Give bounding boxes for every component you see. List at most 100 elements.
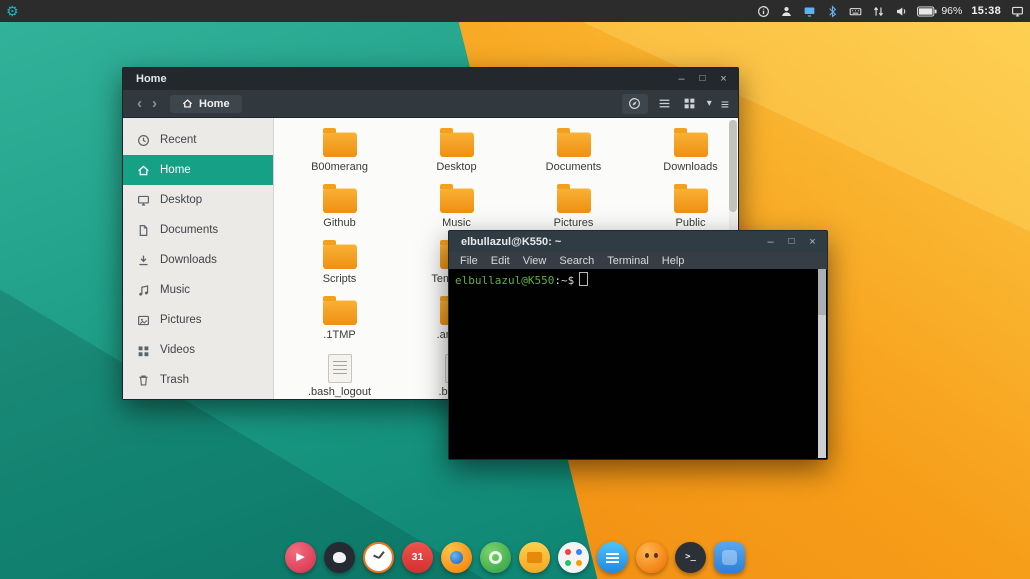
sidebar-item-label: Videos xyxy=(160,344,195,356)
clock-app-icon[interactable] xyxy=(363,542,394,573)
battery-indicator[interactable]: 96% xyxy=(917,5,962,17)
terminal-scrollbar[interactable] xyxy=(818,269,826,458)
home-icon xyxy=(182,99,193,108)
display-icon[interactable] xyxy=(802,4,816,18)
music-note-icon xyxy=(139,284,149,296)
chevron-down-icon[interactable]: ▾ xyxy=(707,98,712,109)
system-tray: 96% 15:38 xyxy=(756,4,1024,18)
file-item[interactable]: Music xyxy=(398,180,515,236)
grid-view-icon[interactable] xyxy=(682,96,698,112)
prompt-path: :~$ xyxy=(554,274,575,287)
sidebar-item-desktop[interactable]: Desktop xyxy=(123,185,273,215)
maximize-icon[interactable]: □ xyxy=(694,69,711,89)
file-manager-toolbar: ‹ › Home ▾ ≡ xyxy=(123,90,738,118)
app-center-icon[interactable] xyxy=(558,542,589,573)
face-app-icon[interactable] xyxy=(636,542,667,573)
menu-edit[interactable]: Edit xyxy=(491,255,510,267)
close-icon[interactable]: × xyxy=(715,69,732,89)
close-icon[interactable]: × xyxy=(804,232,821,252)
sidebar-item-label: Recent xyxy=(160,134,197,146)
toolbar-right: ▾ ≡ xyxy=(621,93,729,114)
list-view-icon[interactable] xyxy=(657,96,673,112)
terminal-app-icon[interactable]: >_ xyxy=(675,542,706,573)
volume-icon[interactable] xyxy=(894,4,908,18)
media-player-icon[interactable]: ▶ xyxy=(285,542,316,573)
settings-gear-icon[interactable]: ⚙ xyxy=(6,4,19,18)
folder-icon xyxy=(439,184,474,213)
maximize-icon[interactable]: □ xyxy=(783,232,800,252)
terminal-body[interactable]: elbullazul@K550:~$ xyxy=(449,269,818,459)
back-icon[interactable]: ‹ xyxy=(132,96,147,111)
terminal-menubar: File Edit View Search Terminal Help xyxy=(449,252,827,270)
file-item[interactable]: Desktop xyxy=(398,124,515,180)
scrollbar-thumb[interactable] xyxy=(818,269,826,315)
folder-icon xyxy=(322,240,357,269)
sidebar-item-music[interactable]: Music xyxy=(123,275,273,305)
sidebar-item-pictures[interactable]: Pictures xyxy=(123,305,273,335)
folder-app-icon[interactable] xyxy=(519,542,550,573)
file-item[interactable]: .1TMP xyxy=(281,292,398,348)
file-manager-sidebar: Recent Home Desktop Documents Downloads … xyxy=(123,118,274,399)
green-app-icon[interactable] xyxy=(480,542,511,573)
file-item[interactable]: Github xyxy=(281,180,398,236)
sidebar-item-label: Documents xyxy=(160,224,219,236)
blue-app-icon[interactable] xyxy=(714,542,745,573)
terminal-titlebar[interactable]: elbullazul@K550: ~ – □ × xyxy=(449,231,827,252)
keyboard-icon[interactable] xyxy=(848,4,862,18)
network-icon[interactable] xyxy=(871,4,885,18)
sidebar-item-downloads[interactable]: Downloads xyxy=(123,245,273,275)
sidebar-item-home[interactable]: Home xyxy=(123,155,273,185)
file-item[interactable]: Pictures xyxy=(515,180,632,236)
top-panel: ⚙ 96% 15:38 xyxy=(0,0,1030,22)
file-manager-titlebar[interactable]: Home – □ × xyxy=(123,68,738,90)
calendar-app-icon[interactable]: 31 xyxy=(402,542,433,573)
file-item[interactable]: .bash_logout xyxy=(281,348,398,404)
file-item[interactable]: B00merang xyxy=(281,124,398,180)
menu-view[interactable]: View xyxy=(523,255,547,267)
info-icon[interactable] xyxy=(756,4,770,18)
notes-app-icon[interactable] xyxy=(597,542,628,573)
text-file-icon xyxy=(327,354,352,383)
compass-icon xyxy=(629,98,641,109)
download-icon xyxy=(139,255,148,265)
menu-terminal[interactable]: Terminal xyxy=(607,255,649,267)
location-button[interactable] xyxy=(621,93,648,114)
monitor-icon[interactable] xyxy=(1010,4,1024,18)
bluetooth-icon[interactable] xyxy=(825,4,839,18)
battery-percent: 96% xyxy=(941,5,963,17)
menu-icon[interactable]: ≡ xyxy=(721,97,729,111)
sidebar-item-label: Trash xyxy=(160,374,189,386)
window-controls: – □ × xyxy=(762,232,821,252)
videos-grid-icon xyxy=(138,345,149,356)
dark-app-icon[interactable] xyxy=(324,542,355,573)
firefox-icon[interactable] xyxy=(441,542,472,573)
terminal-cursor xyxy=(579,272,589,286)
folder-icon xyxy=(556,128,591,157)
sidebar-item-label: Pictures xyxy=(160,314,202,326)
file-item[interactable]: Documents xyxy=(515,124,632,180)
minimize-icon[interactable]: – xyxy=(762,232,779,252)
home-icon xyxy=(138,165,149,175)
forward-icon[interactable]: › xyxy=(147,96,162,111)
user-icon[interactable] xyxy=(779,4,793,18)
picture-icon xyxy=(138,315,149,325)
sidebar-item-trash[interactable]: Trash xyxy=(123,365,273,395)
folder-icon xyxy=(673,128,708,157)
sidebar-item-documents[interactable]: Documents xyxy=(123,215,273,245)
scrollbar-thumb[interactable] xyxy=(729,120,737,212)
folder-icon xyxy=(322,296,357,325)
folder-icon xyxy=(556,184,591,213)
file-item[interactable]: Scripts xyxy=(281,236,398,292)
folder-icon xyxy=(322,128,357,157)
minimize-icon[interactable]: – xyxy=(673,69,690,89)
panel-clock[interactable]: 15:38 xyxy=(971,5,1001,17)
sidebar-item-label: Home xyxy=(160,164,191,176)
sidebar-item-videos[interactable]: Videos xyxy=(123,335,273,365)
menu-search[interactable]: Search xyxy=(559,255,594,267)
breadcrumb[interactable]: Home xyxy=(170,94,242,113)
folder-icon xyxy=(673,184,708,213)
menu-file[interactable]: File xyxy=(460,255,478,267)
sidebar-item-recent[interactable]: Recent xyxy=(123,125,273,155)
desktop-icon xyxy=(138,195,149,206)
menu-help[interactable]: Help xyxy=(662,255,685,267)
